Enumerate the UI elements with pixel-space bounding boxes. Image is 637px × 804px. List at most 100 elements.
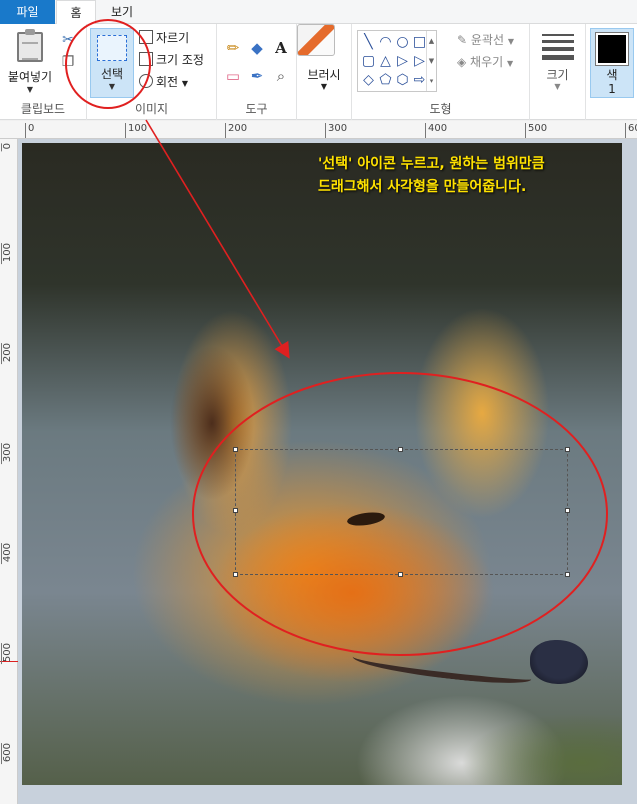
color1-button[interactable]: 색 1 <box>590 28 634 98</box>
ruler-tick: 500 <box>1 643 14 665</box>
color-label: 색 <box>606 68 618 82</box>
clipboard-icon <box>17 29 43 62</box>
shape-item[interactable]: ◇ <box>360 71 377 90</box>
shape-grid: ╲ ◠ ○ □▢ △ ▷ ▷◇ ⬠ ⬡ ⇨ <box>360 33 434 90</box>
fill-bucket-icon[interactable]: ◆ <box>247 38 267 58</box>
tab-file[interactable]: 파일 <box>0 0 55 24</box>
resize-icon <box>139 52 153 66</box>
color-number: 1 <box>608 82 616 96</box>
rotate-button[interactable]: 회전 ▼ <box>139 72 188 92</box>
select-button[interactable]: 선택 ▼ <box>90 28 134 98</box>
brush-icon <box>297 24 335 56</box>
group-label-tools: 도구 <box>245 102 268 116</box>
resize-label: 크기 조정 <box>156 53 204 67</box>
ruler-tick: 400 <box>425 123 447 138</box>
group-label-clipboard: 클립보드 <box>20 102 66 116</box>
rotate-label: 회전 <box>156 75 179 89</box>
text-tool-icon[interactable]: A <box>271 38 291 58</box>
group-image: 선택 ▼ 자르기 크기 조정 회전 ▼ 이미지 <box>87 24 217 120</box>
paint-app: 파일 홈 보기 붙여넣기 ▼ ✂ ❐ 클립보드 선택 ▼ 자르기 크기 조정 회… <box>0 0 637 804</box>
fox-mouth <box>351 648 533 688</box>
chevron-down-icon: ▼ <box>26 85 34 94</box>
vertical-ruler: 0 100 200 300 400 500 600 <box>0 139 18 804</box>
select-rectangle-icon <box>97 35 127 61</box>
annotation-line-2: 드래그해서 사각형을 만들어줍니다. <box>318 179 527 195</box>
shape-item[interactable]: ⬡ <box>394 71 411 90</box>
ruler-tick: 300 <box>325 123 347 138</box>
shape-gallery: ╲ ◠ ○ □▢ △ ▷ ▷◇ ⬠ ⬡ ⇨ ▲ ▼ ▾ <box>357 30 437 92</box>
select-label: 선택 <box>100 67 124 81</box>
size-label: 크기 <box>546 68 569 82</box>
paste-label: 붙여넣기 <box>7 70 53 84</box>
paste-button[interactable]: 붙여넣기 ▼ <box>4 29 56 100</box>
annotation-line-1: '선택' 아이콘 누르고, 원하는 범위만큼 <box>318 156 545 172</box>
shape-item[interactable]: ◠ <box>377 33 394 52</box>
magnifier-icon[interactable]: ⌕ <box>271 66 291 86</box>
selection-handle[interactable] <box>565 572 570 577</box>
selection-rectangle[interactable] <box>233 447 570 577</box>
ruler-tick: 200 <box>225 123 247 138</box>
brushes-button[interactable]: 브러시 ▼ <box>297 24 352 120</box>
selection-handle[interactable] <box>233 447 238 452</box>
ruler-tick: 60 <box>625 123 637 138</box>
ruler-tick: 400 <box>1 543 14 565</box>
tab-view[interactable]: 보기 <box>100 0 144 24</box>
chevron-down-icon: ▼ <box>320 82 328 91</box>
ribbon: 붙여넣기 ▼ ✂ ❐ 클립보드 선택 ▼ 자르기 크기 조정 회전 ▼ 이미지 … <box>0 24 637 120</box>
ruler-tick: 300 <box>1 443 14 465</box>
copy-icon[interactable]: ❐ <box>60 54 76 70</box>
group-label-image: 이미지 <box>134 102 169 116</box>
drawing-canvas[interactable]: '선택' 아이콘 누르고, 원하는 범위만큼 드래그해서 사각형을 만들어줍니다… <box>22 143 622 785</box>
shape-item[interactable]: ⬠ <box>377 71 394 90</box>
ribbon-tab-bar: 파일 홈 보기 <box>0 0 637 25</box>
ruler-tick: 100 <box>125 123 147 138</box>
eraser-icon[interactable]: ▭ <box>223 66 243 86</box>
ruler-tick: 200 <box>1 343 14 365</box>
ruler-tick: 600 <box>1 743 14 765</box>
fill-label: 채우기 <box>470 55 504 69</box>
selection-handle[interactable] <box>233 508 238 513</box>
ruler-tick: 500 <box>525 123 547 138</box>
rotate-icon <box>139 74 153 88</box>
selection-handle[interactable] <box>398 572 403 577</box>
selection-handle[interactable] <box>565 447 570 452</box>
resize-button[interactable]: 크기 조정 <box>139 50 204 70</box>
group-clipboard: 붙여넣기 ▼ ✂ ❐ 클립보드 <box>0 24 87 120</box>
ruler-tick: 100 <box>1 243 14 265</box>
color-picker-icon[interactable]: ✒ <box>247 66 267 86</box>
annotation-text: '선택' 아이콘 누르고, 원하는 범위만큼 드래그해서 사각형을 만들어줍니다… <box>318 153 618 199</box>
ruler-tick: 0 <box>1 143 14 152</box>
shape-item[interactable]: ▢ <box>360 52 377 71</box>
shape-item[interactable]: ╲ <box>360 33 377 52</box>
ruler-tick: 0 <box>25 123 34 138</box>
crop-button[interactable]: 자르기 <box>139 28 189 48</box>
group-color: 색 1 <box>586 24 637 120</box>
chevron-down-icon: ▼ <box>507 59 514 68</box>
fill-button[interactable]: ◈ 채우기 ▼ <box>457 52 513 72</box>
horizontal-ruler: 0 100 200 300 400 500 60 <box>0 121 637 139</box>
outline-label: 윤곽선 <box>470 33 504 47</box>
tab-home[interactable]: 홈 <box>56 0 96 25</box>
shape-item[interactable]: △ <box>377 52 394 71</box>
selection-handle[interactable] <box>565 508 570 513</box>
scissors-icon[interactable]: ✂ <box>60 32 76 48</box>
size-button[interactable]: 크기 ▼ <box>530 24 586 120</box>
fill-icon: ◈ <box>457 55 471 69</box>
line-size-icon <box>542 34 574 60</box>
shape-item[interactable]: ○ <box>394 33 411 52</box>
color1-swatch <box>595 32 629 66</box>
chevron-down-icon: ▼ <box>554 82 561 91</box>
chevron-down-icon: ▼ <box>507 37 514 46</box>
shape-gallery-scroll[interactable]: ▲ ▼ ▾ <box>426 31 436 91</box>
shape-item[interactable]: ▷ <box>394 52 411 71</box>
outline-button[interactable]: ✎ 윤곽선 ▼ <box>457 30 514 50</box>
brush-label: 브러시 <box>307 68 341 82</box>
selection-handle[interactable] <box>233 572 238 577</box>
group-label-shapes: 도형 <box>429 102 452 116</box>
pencil-icon[interactable]: ✏ <box>223 38 243 58</box>
crop-icon <box>139 30 153 44</box>
selection-handle[interactable] <box>398 447 403 452</box>
chevron-down-icon: ▼ <box>108 82 116 91</box>
outline-icon: ✎ <box>457 33 471 47</box>
group-shapes: ╲ ◠ ○ □▢ △ ▷ ▷◇ ⬠ ⬡ ⇨ ▲ ▼ ▾ ✎ 윤곽선 ▼ ◈ 채우기 ▼ 도형 <box>352 24 530 120</box>
